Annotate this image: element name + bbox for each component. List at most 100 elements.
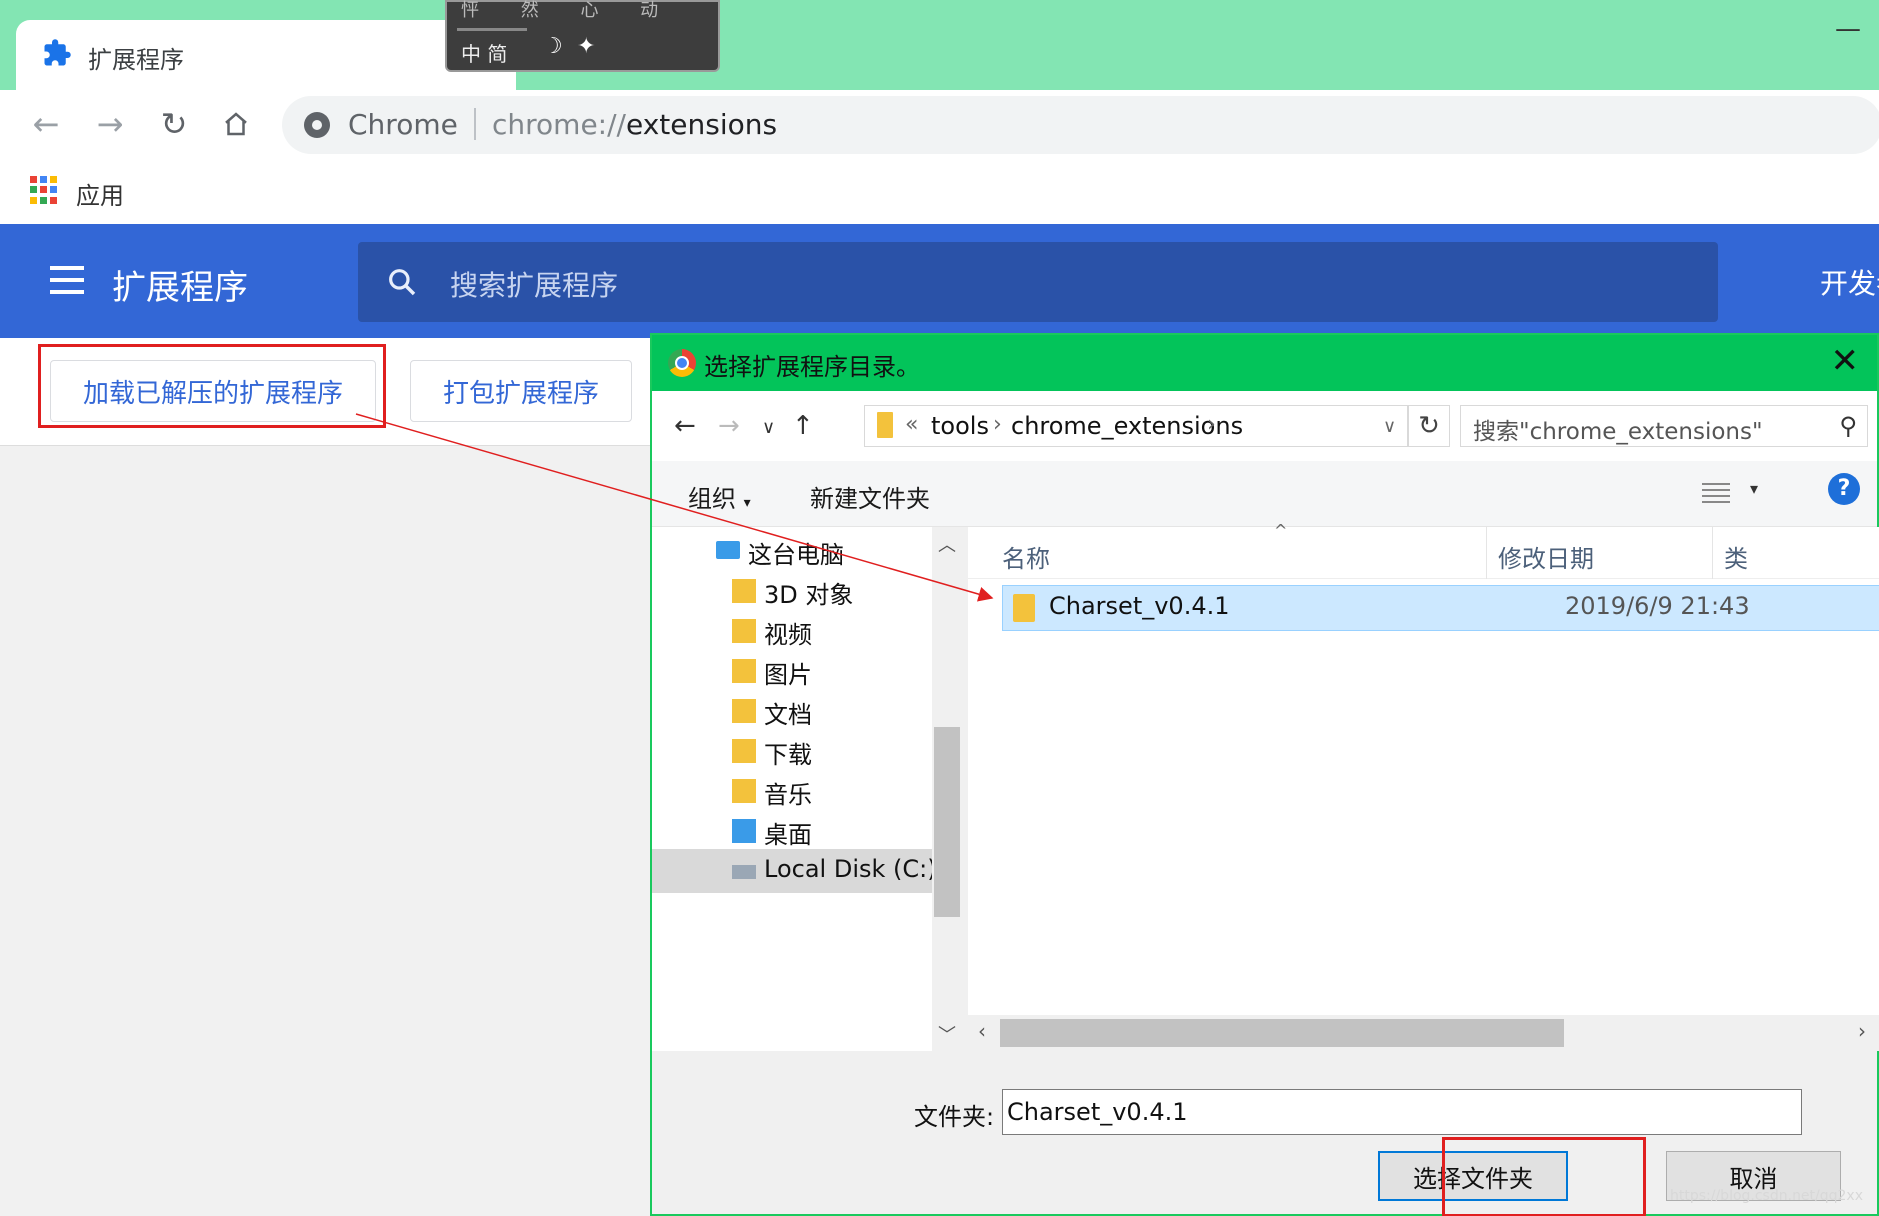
nav-item-music[interactable]: 音乐 bbox=[652, 769, 932, 813]
chrome-site-icon bbox=[304, 112, 330, 138]
nav-item-desktop[interactable]: 桌面 bbox=[652, 809, 932, 853]
desktop-icon bbox=[732, 819, 756, 843]
url-path: extensions bbox=[625, 108, 778, 141]
nav-item-local-disk[interactable]: Local Disk (C:) bbox=[652, 849, 937, 893]
omnibox[interactable]: Chrome chrome://extensions bbox=[282, 96, 1879, 154]
caret-down-icon[interactable]: ▾ bbox=[1750, 479, 1758, 498]
ime-banner-text: 怦 然 心 动 bbox=[461, 0, 677, 21]
ime-divider bbox=[457, 28, 527, 31]
apps-bookmark[interactable]: 应用 bbox=[76, 176, 124, 211]
nav-label: 音乐 bbox=[764, 781, 812, 809]
search-icon bbox=[389, 269, 416, 296]
forward-arrow-icon[interactable]: → bbox=[718, 411, 740, 441]
command-bar: 组织 ▾ 新建文件夹 ▾ ? bbox=[652, 461, 1877, 527]
column-type[interactable]: 类 bbox=[1724, 539, 1748, 574]
nav-scrollbar[interactable]: ︿ ﹀ bbox=[932, 527, 960, 1051]
forward-arrow-icon[interactable]: → bbox=[88, 102, 132, 146]
watermark: https://blog.csdn.net/qq2xx bbox=[1670, 1188, 1864, 1204]
new-folder-button[interactable]: 新建文件夹 bbox=[810, 479, 930, 514]
videos-icon bbox=[732, 619, 756, 643]
refresh-icon[interactable]: ↻ bbox=[1408, 405, 1450, 447]
tab-extensions[interactable]: 扩展程序 bbox=[16, 20, 516, 90]
scroll-up-icon[interactable]: ︿ bbox=[938, 531, 956, 557]
column-divider[interactable] bbox=[1712, 527, 1713, 579]
page-title: 扩展程序 bbox=[112, 268, 248, 308]
file-modified: 2019/6/9 21:43 bbox=[1565, 592, 1750, 620]
nav-item-videos[interactable]: 视频 bbox=[652, 609, 932, 653]
chrome-logo-icon bbox=[668, 349, 696, 377]
minimize-icon[interactable]: — bbox=[1835, 14, 1861, 44]
apps-grid-icon[interactable] bbox=[30, 176, 58, 204]
back-arrow-icon[interactable]: ← bbox=[24, 102, 68, 146]
file-list-pane: ^ 名称 修改日期 类 Charset_v0.4.1 2019/6/9 21:4… bbox=[968, 521, 1879, 1051]
up-arrow-icon[interactable]: ↑ bbox=[792, 411, 814, 441]
breadcrumb-tools[interactable]: tools bbox=[931, 412, 989, 440]
column-name[interactable]: 名称 bbox=[1002, 539, 1050, 574]
close-icon[interactable]: ✕ bbox=[1831, 341, 1860, 381]
scroll-down-icon[interactable]: ﹀ bbox=[938, 1021, 956, 1047]
nav-item-documents[interactable]: 文档 bbox=[652, 689, 932, 733]
nav-item-downloads[interactable]: 下载 bbox=[652, 729, 932, 773]
home-icon[interactable] bbox=[214, 102, 258, 146]
dialog-search-input[interactable]: 搜索"chrome_extensions" ⚲ bbox=[1460, 405, 1868, 447]
address-row: ← → ∨ ↑ « tools › chrome_extensions › ∨ … bbox=[652, 391, 1877, 461]
folder-label: 文件夹: bbox=[914, 1103, 995, 1131]
organize-menu[interactable]: 组织 ▾ bbox=[688, 479, 751, 514]
scroll-thumb[interactable] bbox=[934, 727, 960, 917]
moon-icon[interactable]: ☽ bbox=[543, 34, 563, 59]
recent-dropdown-icon[interactable]: ∨ bbox=[762, 417, 775, 438]
scroll-right-icon[interactable]: › bbox=[1858, 1019, 1866, 1043]
reload-icon[interactable]: ↻ bbox=[152, 102, 196, 146]
dialog-search-placeholder: 搜索"chrome_extensions" bbox=[1473, 419, 1763, 445]
downloads-icon bbox=[732, 739, 756, 763]
file-row[interactable]: Charset_v0.4.1 2019/6/9 21:43 bbox=[1002, 585, 1879, 631]
pack-extension-button[interactable]: 打包扩展程序 bbox=[410, 360, 632, 422]
folder-name-field[interactable] bbox=[1002, 1089, 1802, 1135]
shirt-icon[interactable]: ✦ bbox=[577, 34, 595, 59]
nav-item-3d-objects[interactable]: 3D 对象 bbox=[652, 569, 932, 613]
scroll-thumb[interactable] bbox=[1000, 1019, 1564, 1047]
address-bar[interactable]: « tools › chrome_extensions › ∨ bbox=[864, 405, 1408, 447]
navigation-pane: 这台电脑 3D 对象 视频 图片 文档 下载 音乐 桌面 Local Disk … bbox=[652, 527, 937, 1051]
extensions-search[interactable]: 搜索扩展程序 bbox=[358, 242, 1718, 322]
organize-label: 组织 bbox=[688, 485, 736, 513]
search-icon: ⚲ bbox=[1839, 412, 1857, 440]
nav-item-pictures[interactable]: 图片 bbox=[652, 649, 932, 693]
tab-strip: 扩展程序 怦 然 心 动 中 简 ☽ ✦ — bbox=[0, 0, 1879, 90]
bookmarks-bar: 应用 bbox=[0, 162, 1879, 224]
dialog-title: 选择扩展程序目录。 bbox=[704, 353, 920, 381]
scroll-left-icon[interactable]: ‹ bbox=[978, 1019, 986, 1043]
sort-ascending-icon: ^ bbox=[1274, 521, 1288, 540]
file-name: Charset_v0.4.1 bbox=[1049, 592, 1230, 620]
omnibox-chip: Chrome bbox=[348, 108, 458, 141]
help-icon[interactable]: ? bbox=[1828, 473, 1860, 505]
column-modified[interactable]: 修改日期 bbox=[1498, 539, 1594, 574]
path-overflow[interactable]: « bbox=[905, 412, 918, 437]
folder-picker-dialog: 选择扩展程序目录。 ✕ ← → ∨ ↑ « tools › chrome_ext… bbox=[650, 333, 1879, 1216]
ime-mode-text[interactable]: 中 简 bbox=[461, 38, 507, 67]
drive-icon bbox=[732, 865, 756, 879]
hamburger-menu-icon[interactable] bbox=[50, 266, 84, 294]
documents-icon bbox=[732, 699, 756, 723]
nav-item-this-pc[interactable]: 这台电脑 bbox=[652, 529, 932, 573]
chevron-down-icon[interactable]: ∨ bbox=[1383, 416, 1396, 437]
highlight-box bbox=[38, 344, 386, 428]
chevron-right-icon[interactable]: › bbox=[993, 412, 1002, 437]
horizontal-scrollbar[interactable]: ‹ › bbox=[968, 1015, 1879, 1051]
tab-title: 扩展程序 bbox=[88, 46, 184, 74]
file-list-header: ^ 名称 修改日期 类 bbox=[968, 521, 1879, 579]
column-divider[interactable] bbox=[1486, 527, 1487, 579]
folder-icon bbox=[1013, 594, 1035, 622]
back-arrow-icon[interactable]: ← bbox=[674, 411, 696, 441]
omnibox-url[interactable]: chrome://extensions bbox=[492, 108, 777, 141]
extensions-header: 扩展程序 搜索扩展程序 开发者 bbox=[0, 224, 1879, 338]
developer-mode-label[interactable]: 开发者 bbox=[1820, 262, 1879, 302]
chevron-right-icon[interactable]: › bbox=[1207, 412, 1216, 437]
pc-icon bbox=[716, 541, 740, 559]
browser-toolbar: ← → ↻ Chrome chrome://extensions bbox=[0, 90, 1879, 162]
view-options-icon[interactable] bbox=[1702, 481, 1730, 507]
ime-toolbar[interactable]: 怦 然 心 动 中 简 ☽ ✦ bbox=[445, 0, 720, 72]
search-placeholder: 搜索扩展程序 bbox=[450, 269, 619, 302]
nav-label: 桌面 bbox=[764, 821, 812, 849]
3d-objects-icon bbox=[732, 579, 756, 603]
